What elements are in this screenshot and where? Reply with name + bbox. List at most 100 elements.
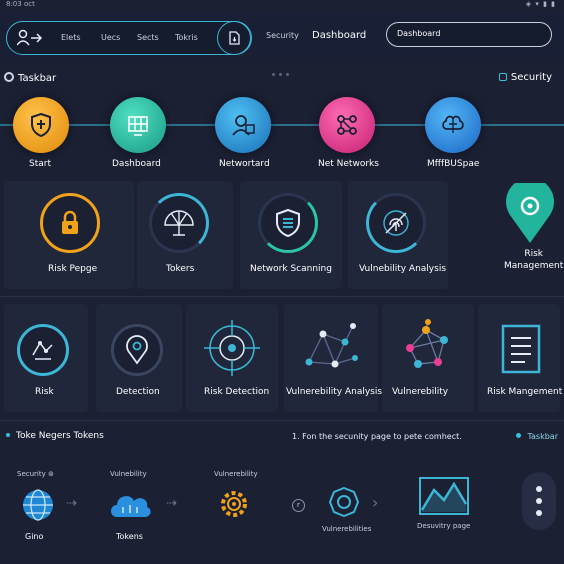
menu-dot-2 <box>536 498 542 504</box>
risk-ring <box>17 324 69 376</box>
page-indicator <box>270 61 294 76</box>
flow-step-virus[interactable] <box>326 484 362 520</box>
risk-label: Risk <box>35 387 54 397</box>
dashboard-label: Dashboard <box>112 159 161 169</box>
node-graph-icon <box>305 323 358 368</box>
net-networks-label: Net Networks <box>318 159 379 169</box>
arrow-right-icon-2: ⇢ <box>166 496 177 511</box>
vulnerability-analysis-2-label: Vulnerebility Analysis <box>286 387 383 397</box>
globe-icon <box>23 489 53 521</box>
bullet-icon <box>6 433 10 437</box>
vulnerability-analysis-card[interactable]: Vulnebility Analysis <box>348 181 448 289</box>
taskbar-link-icon <box>516 433 522 438</box>
network-scanning-label: Network Scanning <box>250 264 332 274</box>
shield-icon <box>31 112 51 138</box>
header-security-tab[interactable]: Security <box>266 31 299 40</box>
flow-security-caption: Security ⊚ <box>17 470 54 478</box>
taskbar-link[interactable]: Taskbar <box>516 432 558 441</box>
user-login-icon[interactable] <box>16 29 43 51</box>
flow-step-globe[interactable] <box>18 485 58 525</box>
detection-label: Detection <box>116 387 160 397</box>
crosshair-icon <box>204 320 260 376</box>
vulnerability-analysis-2-card[interactable]: Vulnerebility Analysis <box>284 304 382 412</box>
net-networks-button[interactable] <box>319 97 375 153</box>
nav-link-1[interactable]: Elets <box>61 33 81 42</box>
start-button[interactable] <box>13 97 69 153</box>
radar-ring <box>149 193 209 253</box>
risk-detection-card[interactable]: Risk Detection <box>186 304 278 412</box>
document-icon <box>501 324 541 374</box>
network-nodes-icon <box>337 115 357 135</box>
risk-card[interactable]: Risk <box>4 304 88 412</box>
menu-dot-3 <box>536 510 542 516</box>
document-button[interactable] <box>217 21 251 55</box>
status-bar: 8:03 oct ◈ ▾ ▮ ▮ <box>0 0 564 12</box>
virus-icon <box>328 486 360 518</box>
shield-scan-icon <box>276 208 300 238</box>
risk-detection-label: Risk Detection <box>204 387 270 397</box>
risk-page-card[interactable]: Risk Pepge <box>4 181 134 289</box>
flow-step-chart[interactable] <box>418 476 470 516</box>
map-target-icon <box>32 341 53 360</box>
step-marker-text: r <box>297 501 300 509</box>
header-dashboard-tab[interactable]: Dashboard <box>312 30 366 41</box>
nav-link-2[interactable]: Uecs <box>101 33 120 42</box>
vulnerability-analysis-label: Vulnebility Analysis <box>359 264 447 274</box>
more-options-button[interactable] <box>522 472 556 530</box>
tokers-card[interactable]: Tokers <box>137 181 233 289</box>
section-divider-2 <box>0 420 564 421</box>
chart-icon <box>419 477 469 515</box>
start-label: Start <box>29 159 51 169</box>
cloud-icon <box>111 496 151 517</box>
risk-page-label: Risk Pepge <box>48 264 98 274</box>
detection-ring <box>111 324 163 376</box>
flow-step-cloud[interactable] <box>107 485 153 525</box>
tokens-title-text: Toke Negers Tokens <box>16 431 104 441</box>
detection-pin-icon <box>126 335 148 365</box>
flow-vulnerebilities-label: Vulnerebilities <box>322 525 372 533</box>
vulnerability-card[interactable]: Vulnerebility <box>382 304 474 412</box>
tokers-label: Tokers <box>166 264 195 274</box>
risk-mangement-card[interactable]: Risk Mangement <box>478 304 562 412</box>
search-input[interactable]: Dashboard <box>386 22 552 47</box>
mfffbuspae-label: MfffBUSpae <box>427 159 480 169</box>
document-icon <box>229 31 240 45</box>
networtard-button[interactable] <box>215 97 271 153</box>
arrow-right-icon: ⇢ <box>66 496 77 511</box>
chevron-right-icon: › <box>372 493 379 512</box>
taskbar-link-text: Taskbar <box>527 432 558 441</box>
step-marker[interactable]: r <box>292 499 305 512</box>
tokens-instruction: 1. Fon the secunity page to pete comhect… <box>292 432 462 441</box>
taskbar-title-text: Taskbar <box>18 73 57 84</box>
location-pin-icon <box>506 183 554 243</box>
brain-icon <box>442 115 464 133</box>
taskbar-heading: Taskbar <box>4 72 56 84</box>
flow-step-gear[interactable] <box>216 486 252 522</box>
fingerprint-ring <box>366 193 426 253</box>
lock-icon <box>62 210 78 234</box>
lock-ring <box>40 193 100 253</box>
gear-icon <box>4 72 14 82</box>
dashboard-button[interactable] <box>110 97 166 153</box>
risk-management-card[interactable]: Risk Management <box>456 181 564 289</box>
flow-vulnerebility-caption: Vulnerebility <box>214 470 258 478</box>
grid-icon <box>128 116 148 136</box>
security-link[interactable]: Security <box>498 72 552 83</box>
search-value: Dashboard <box>397 29 441 38</box>
tokens-heading: Toke Negers Tokens <box>6 431 104 441</box>
mfffbuspae-button[interactable] <box>425 97 481 153</box>
networtard-label: Networtard <box>219 159 270 169</box>
flow-vulnebility-caption: Vulnebility <box>110 470 147 478</box>
radar-icon <box>164 210 194 236</box>
gear-icon <box>221 491 247 517</box>
nav-link-3[interactable]: Sects <box>137 33 159 42</box>
risk-management-label: Risk Management <box>504 249 564 271</box>
flow-tokens-label: Tokens <box>116 532 143 541</box>
detection-card[interactable]: Detection <box>96 304 182 412</box>
shield-scan-ring <box>258 193 318 253</box>
section-divider <box>0 296 564 297</box>
network-scanning-card[interactable]: Network Scanning <box>240 181 342 289</box>
colored-nodes-icon <box>406 319 448 368</box>
menu-dot-1 <box>536 486 542 492</box>
nav-link-4[interactable]: Tokris <box>175 33 198 42</box>
